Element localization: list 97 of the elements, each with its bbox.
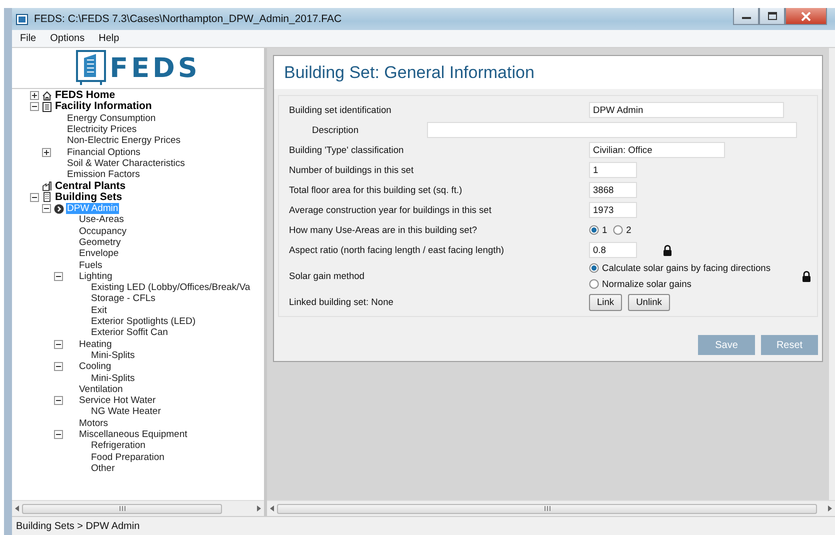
field-label: Aspect ratio (north facing length / east facing length) [289,245,505,255]
tree-item[interactable]: Miscellaneous Equipment [78,429,188,440]
tree-item[interactable]: Energy Consumption [66,112,157,124]
field-label: Average construction year for buildings in this set [289,205,492,215]
scroll-right-icon[interactable] [256,505,262,512]
radio-label: 1 [602,225,608,235]
field-label: Total floor area for this building set (sq. ft.) [289,185,464,195]
radio-button[interactable] [589,225,599,235]
scroll-right-icon[interactable] [827,505,833,512]
input-field[interactable]: 0.8 [589,242,637,258]
tree-item[interactable]: Electricity Prices [66,124,138,136]
scrollbar[interactable] [267,500,835,516]
page-title: Building Set: General Information [284,62,534,82]
tree-item[interactable]: Ventilation [78,384,124,395]
tree-item[interactable]: Exit [90,304,108,316]
field-label: Linked building set: None [289,297,394,307]
input-field[interactable]: 1 [589,162,637,178]
minimize-button[interactable] [733,8,759,25]
tree-item[interactable]: Food Preparation [90,452,166,463]
radio-button[interactable] [589,263,599,273]
grip-icon [544,506,550,511]
window-title: FEDS: C:\FEDS 7.3\Cases\Northampton_DPW_Admin_2017.FAC [34,13,343,25]
field-label: Building 'Type' classification [289,145,405,155]
scrollbar[interactable] [829,48,835,500]
arrow-circle-icon [54,204,64,214]
tree-item[interactable]: Other [90,462,116,474]
status-text: Building Sets > DPW Admin [16,520,140,532]
radio-button[interactable] [613,225,624,235]
expand-icon[interactable] [30,91,39,100]
tree-item[interactable]: Storage - CFLs [90,293,156,304]
collapse-icon[interactable] [54,430,63,440]
tree-item[interactable]: Motors [78,418,110,429]
scrollbar[interactable] [12,500,264,516]
tree-item[interactable]: Cooling [78,361,112,372]
tree-item[interactable]: NG Wate Heater [90,406,162,418]
tree-item[interactable]: Financial Options [66,146,142,158]
field-label: Description [311,125,360,135]
collapse-icon[interactable] [54,340,63,349]
factory-icon [42,181,52,192]
input-field[interactable]: Civilian: Office [589,142,725,158]
expand-icon[interactable] [42,148,51,157]
tree-item[interactable]: Occupancy [78,226,128,237]
field-label: How many Use-Areas are in this building set? [289,225,478,235]
collapse-icon[interactable] [30,192,39,202]
collapse-icon[interactable] [54,272,63,281]
tree-item[interactable]: Lighting [78,270,114,282]
input-field[interactable]: DPW Admin [589,102,784,118]
house-icon [42,90,52,101]
tree-item[interactable]: Heating [78,338,113,350]
tree-item[interactable]: Non-Electric Energy Prices [66,135,182,146]
tree-item[interactable]: Exterior Soffit Can [90,327,169,338]
link-button[interactable]: Link [589,294,622,310]
tree-item[interactable]: Service Hot Water [78,395,157,406]
tree-item[interactable]: Facility Information [54,101,153,112]
tree-item[interactable]: FEDS Home [54,90,116,102]
tree-item[interactable]: Exterior Spotlights (LED) [90,316,197,328]
radio-label: 2 [626,225,632,235]
tree-item[interactable]: Emission Factors [66,169,141,180]
tree-item[interactable]: Refrigeration [90,440,146,452]
collapse-icon[interactable] [42,204,51,214]
scroll-left-icon[interactable] [269,505,275,512]
menu-item[interactable]: File [20,33,36,44]
radio-label: Calculate solar gains by facing directions [602,263,770,273]
field-label: Number of buildings in this set [289,165,415,175]
collapse-icon[interactable] [54,396,63,406]
app-icon [16,14,28,24]
field-label: Solar gain method [289,271,366,281]
document-icon [42,102,52,112]
link-button[interactable]: Unlink [628,294,670,310]
radio-label: Normalize solar gains [602,279,692,289]
collapse-icon[interactable] [54,362,63,372]
menu-item[interactable]: Options [50,33,85,44]
building-icon [42,192,52,202]
tree-item[interactable]: Mini-Splits [90,350,136,361]
scroll-left-icon[interactable] [14,505,20,512]
tree-item[interactable]: Envelope [78,248,120,260]
grip-icon [118,506,126,511]
input-field[interactable]: 1973 [589,202,637,218]
collapse-icon[interactable] [30,102,39,112]
tree-item[interactable]: Fuels [78,260,104,271]
close-button[interactable] [785,8,827,25]
tree-item[interactable]: Use-Areas [78,214,125,226]
tree-item[interactable]: Mini-Splits [90,372,136,384]
tree-item[interactable]: Geometry [78,237,122,248]
input-field[interactable] [427,122,797,138]
input-field[interactable]: 3868 [589,182,637,198]
radio-button[interactable] [589,279,599,289]
tree-item[interactable]: Soil & Water Characteristics [66,158,186,169]
menu-item[interactable]: Help [98,33,120,44]
maximize-icon [768,12,776,20]
logo: FEDS [12,48,264,89]
close-icon [801,12,811,20]
tree-item[interactable]: Existing LED (Lobby/Offices/Break/Va [90,282,252,294]
maximize-button[interactable] [759,8,785,25]
tree-item[interactable]: Central Plants [54,180,127,192]
field-label: Building set identification [289,105,392,115]
tree-item[interactable]: Building Sets [54,192,124,203]
